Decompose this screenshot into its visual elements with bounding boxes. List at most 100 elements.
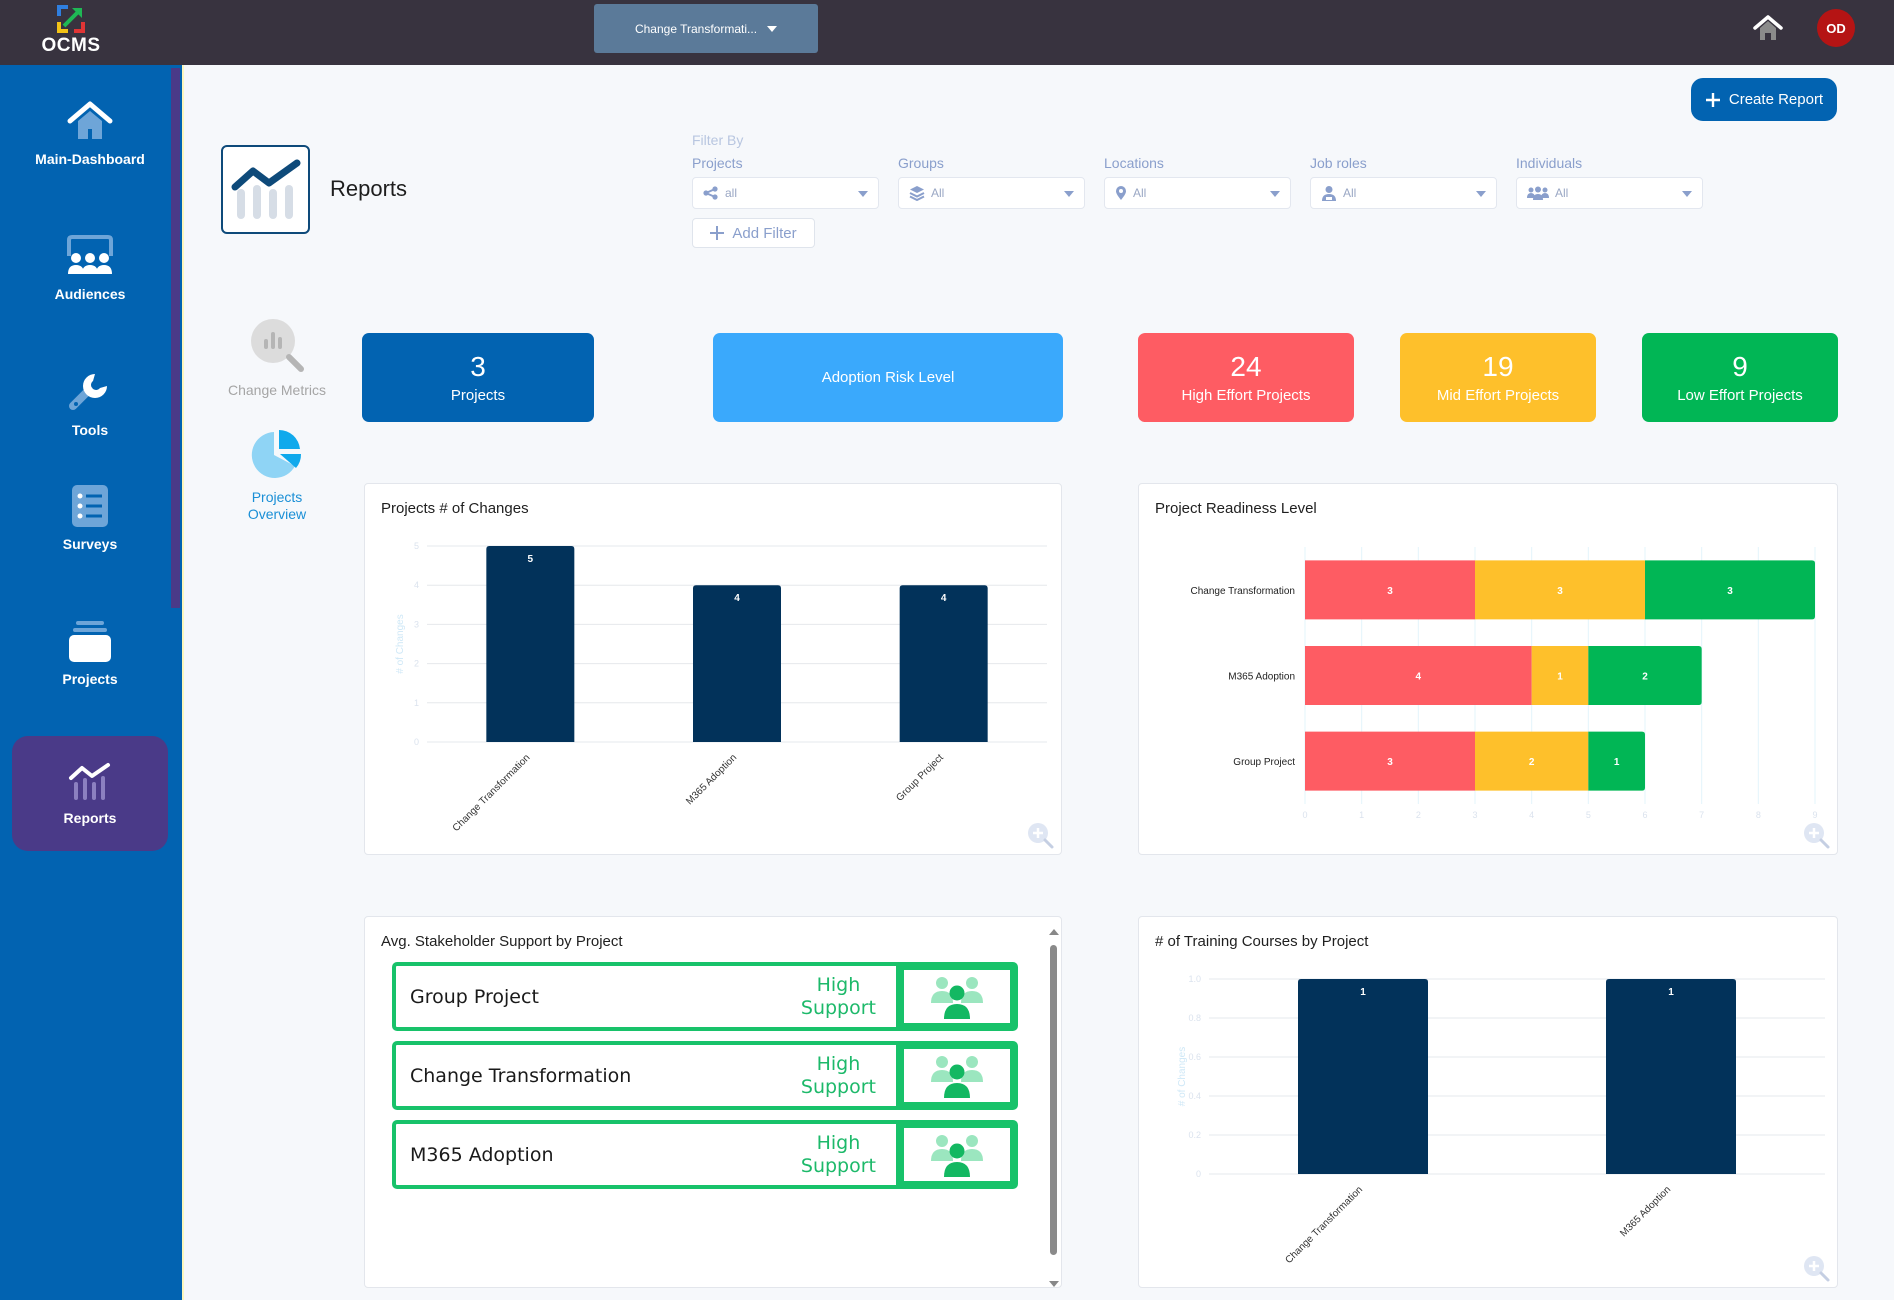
add-filter-button[interactable]: Add Filter (692, 218, 815, 248)
y-tick-label: 3 (414, 619, 419, 629)
chevron-down-icon (858, 191, 868, 197)
filter-groups-select[interactable]: All (898, 177, 1085, 209)
sidebar-item-audiences[interactable]: Audiences (12, 210, 168, 325)
x-tick-label: M365 Adoption (684, 752, 739, 807)
x-tick-label: 7 (1699, 810, 1704, 820)
x-tick-label: 9 (1812, 810, 1817, 820)
filter-label: Job roles (1310, 155, 1367, 171)
y-tick-label: 0.2 (1188, 1130, 1201, 1140)
kpi-mid-effort[interactable]: 19 Mid Effort Projects (1400, 333, 1596, 422)
chart-panel-training: # of Training Courses by Project 0 0.2 0.4… (1138, 916, 1838, 1288)
kpi-adoption-risk-level[interactable]: Adoption Risk Level (713, 333, 1063, 422)
bar-value-label: 1 (1360, 987, 1366, 998)
sidebar-edge (182, 65, 184, 1300)
zoom-in-icon[interactable] (1801, 1253, 1831, 1283)
sidebar-item-surveys[interactable]: Surveys (12, 460, 168, 575)
magnifier-chart-icon (251, 319, 304, 372)
y-tick-label: 0 (1196, 1169, 1201, 1179)
kpi-label: Low Effort Projects (1677, 387, 1803, 404)
filter-individuals-select[interactable]: All (1516, 177, 1703, 209)
audience-icon (67, 234, 113, 274)
chevron-down-icon (1682, 191, 1692, 197)
kpi-label: Adoption Risk Level (821, 369, 955, 386)
wrench-icon (69, 373, 107, 410)
filter-label: Groups (898, 155, 944, 171)
filter-locations: Locations All (1104, 155, 1291, 209)
scroll-up-arrow-icon[interactable] (1049, 929, 1059, 935)
sidebar-item-tools[interactable]: Tools (12, 345, 168, 460)
changes-bar-chart: 0 1 2 3 4 5 # of Changes 5 Change Transformation… (395, 541, 1047, 834)
bar-value-label: 1 (1668, 987, 1674, 998)
stakeholder-row[interactable]: M365 Adoption High Support (392, 1120, 1018, 1189)
scroll-down-arrow-icon[interactable] (1049, 1281, 1059, 1287)
filter-value: All (1343, 186, 1357, 200)
filter-locations-select[interactable]: All (1104, 177, 1291, 209)
filter-job-roles: Job roles All (1310, 155, 1497, 209)
sidebar-item-reports[interactable]: Reports (12, 736, 168, 851)
top-bar: OCMS Change Transformati... OD (0, 0, 1894, 65)
filter-projects-select[interactable]: all (692, 177, 879, 209)
support-icon-box (896, 1124, 1014, 1185)
project-selector-value: Change Transformati... (634, 21, 758, 36)
chart-panel-changes: Projects # of Changes 0 1 2 3 4 5 # of Changes… (364, 483, 1062, 855)
bar-value-label: 4 (1416, 672, 1422, 683)
subnav-change-metrics[interactable]: Change Metrics (222, 317, 332, 399)
scrollbar-thumb[interactable] (1050, 945, 1057, 1255)
filter-value: all (725, 186, 738, 200)
x-tick-label: Group Project (894, 752, 946, 804)
group-support-icon (931, 1055, 983, 1098)
stakeholder-project-name: M365 Adoption (410, 1143, 554, 1166)
bar-value-label: 3 (1727, 586, 1733, 597)
sidebar-scrollbar[interactable] (171, 68, 180, 608)
kpi-projects[interactable]: 3 Projects (362, 333, 594, 422)
x-tick-label: 3 (1472, 810, 1477, 820)
support-level: High Support (801, 1132, 876, 1178)
chart-panel-readiness: Project Readiness Level 0 1 2 3 4 5 6 7 8 9 Change… (1138, 483, 1838, 855)
add-filter-label: Add Filter (732, 224, 797, 242)
stakeholder-project-name: Change Transformation (410, 1064, 632, 1087)
support-level-line1: High (816, 1131, 861, 1154)
sidebar-item-projects[interactable]: Projects (12, 595, 168, 710)
support-level-line1: High (816, 973, 861, 996)
chart-icon (231, 159, 301, 219)
subnav-projects-overview[interactable]: Projects Overview (222, 428, 332, 523)
readiness-stacked-bar-chart: 0 1 2 3 4 5 6 7 8 9 Change Transformation 3 3 3 M365 A… (1190, 547, 1818, 820)
sidebar-item-label: Main-Dashboard (35, 150, 145, 167)
create-report-label: Create Report (1728, 91, 1824, 108)
user-avatar[interactable]: OD (1817, 9, 1855, 47)
stakeholder-scrollbar[interactable] (1047, 923, 1059, 1287)
bar-value-label: 2 (1529, 757, 1535, 768)
training-bar-chart: 0 0.2 0.4 0.6 0.8 1.0 # of Changes 1 Change Tran… (1177, 974, 1825, 1266)
list-icon (72, 484, 108, 527)
home-icon (1753, 15, 1783, 40)
kpi-value: 19 (1482, 351, 1514, 382)
kpi-label: Projects (450, 387, 506, 404)
filter-job-roles-select[interactable]: All (1310, 177, 1497, 209)
page-title: Reports (330, 176, 408, 201)
plus-icon (710, 226, 725, 240)
bar-value-label: 4 (734, 593, 740, 604)
pie-chart-icon (251, 429, 302, 478)
app-logo[interactable]: OCMS (38, 4, 104, 60)
kpi-low-effort[interactable]: 9 Low Effort Projects (1642, 333, 1838, 422)
bar (1606, 979, 1736, 1174)
create-report-button[interactable]: Create Report (1691, 78, 1837, 121)
home-button[interactable] (1752, 14, 1784, 42)
support-level-line1: High (816, 1052, 861, 1075)
zoom-in-icon[interactable] (1801, 820, 1831, 850)
kpi-high-effort[interactable]: 24 High Effort Projects (1138, 333, 1354, 422)
zoom-in-icon[interactable] (1025, 820, 1055, 850)
stakeholder-row[interactable]: Group Project High Support (392, 962, 1018, 1031)
stakeholder-list: Group Project High Support Change Transfo… (392, 962, 1018, 1199)
group-support-icon (931, 1134, 983, 1177)
x-tick-label: M365 Adoption (1618, 1184, 1673, 1239)
support-level: High Support (801, 1053, 876, 1099)
kpi-label: High Effort Projects (1181, 387, 1311, 404)
sidebar-item-main-dashboard[interactable]: Main-Dashboard (12, 75, 168, 190)
ocms-logo-icon (57, 5, 85, 33)
group-support-icon (931, 976, 983, 1019)
filter-label: Individuals (1516, 155, 1583, 171)
project-selector-dropdown[interactable]: Change Transformati... (594, 4, 818, 53)
layers-icon (909, 186, 925, 201)
stakeholder-row[interactable]: Change Transformation High Support (392, 1041, 1018, 1110)
